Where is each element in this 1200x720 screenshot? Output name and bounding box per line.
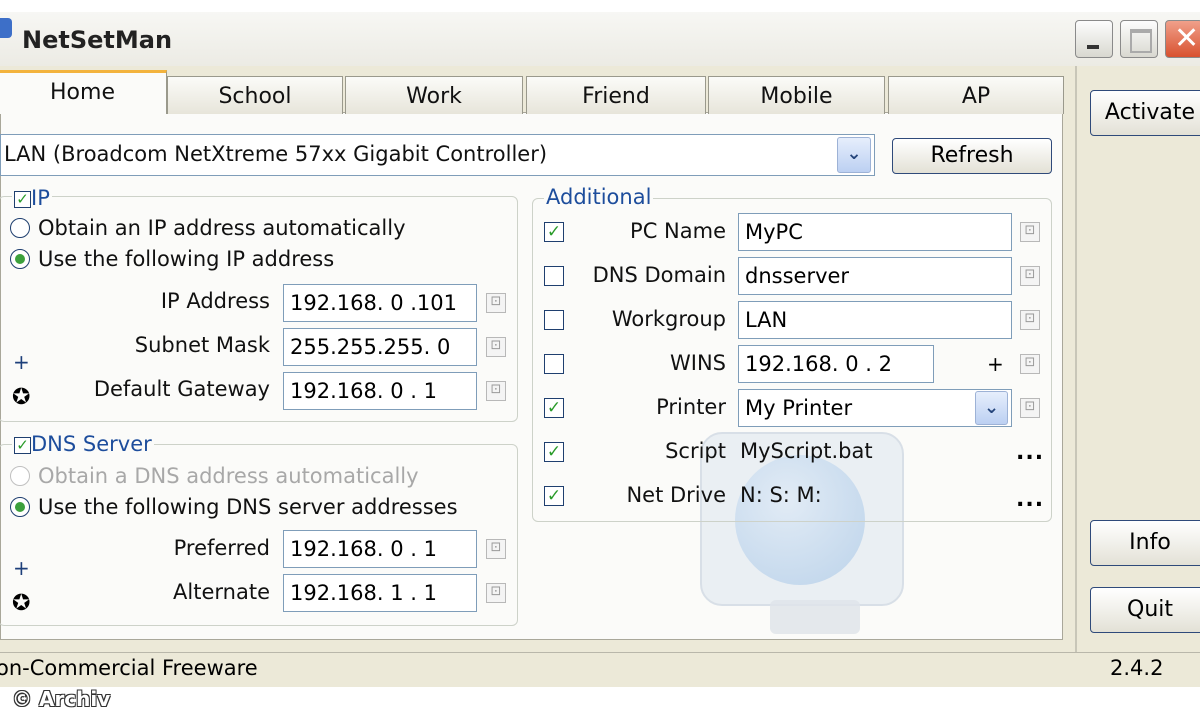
preferred-dns-field[interactable]: 192.168. 0 . 1 xyxy=(283,530,477,568)
subnet-mask-label: Subnet Mask xyxy=(134,333,270,357)
printer-checkbox[interactable]: ✓ xyxy=(544,398,564,418)
printer-label: Printer xyxy=(656,395,726,419)
tab-home[interactable]: Home xyxy=(0,70,167,114)
ip-address-copy-icon[interactable]: ⊡ xyxy=(486,293,506,313)
dns-enabled-checkbox[interactable]: ✓ xyxy=(14,436,31,454)
dns-domain-copy-icon[interactable]: ⊡ xyxy=(1020,266,1040,286)
version-label: 2.4.2 xyxy=(1110,656,1164,680)
tab-ap[interactable]: AP xyxy=(888,76,1064,114)
default-gateway-label: Default Gateway xyxy=(93,377,270,401)
activate-button[interactable]: Activate xyxy=(1090,90,1200,136)
copyright-caption: © Archiv xyxy=(12,687,111,711)
subnet-mask-copy-icon[interactable]: ⊡ xyxy=(486,337,506,357)
ip-manual-radio[interactable] xyxy=(10,249,30,269)
add-wins-icon[interactable]: + xyxy=(987,352,1004,376)
net-drive-label: Net Drive xyxy=(626,483,726,507)
alternate-dns-field[interactable]: 192.168. 1 . 1 xyxy=(283,574,477,612)
dns-domain-field[interactable]: dnsserver xyxy=(738,257,1012,295)
dns-settings-icon[interactable]: ✪ xyxy=(12,591,30,616)
pc-name-label: PC Name xyxy=(630,219,726,243)
chevron-down-icon: ⌄ xyxy=(846,143,862,164)
net-drive-value: N: S: M: xyxy=(740,483,822,507)
watermark-stand-icon xyxy=(770,600,860,634)
default-gateway-field[interactable]: 192.168. 0 . 1 xyxy=(283,372,477,410)
dns-auto-label: Obtain a DNS address automatically xyxy=(38,464,419,488)
alternate-dns-label: Alternate xyxy=(173,580,270,604)
dns-domain-label: DNS Domain xyxy=(592,263,726,287)
dns-legend-label: DNS Server xyxy=(31,432,152,456)
workgroup-field[interactable]: LAN xyxy=(738,301,1012,339)
additional-legend: Additional xyxy=(544,185,654,209)
add-ip-icon[interactable]: + xyxy=(13,350,30,374)
printer-copy-icon[interactable]: ⊡ xyxy=(1020,398,1040,418)
preferred-dns-label: Preferred xyxy=(173,536,270,560)
net-drive-browse-button[interactable]: ... xyxy=(1016,487,1044,512)
preferred-dns-copy-icon[interactable]: ⊡ xyxy=(486,539,506,559)
minimize-button[interactable] xyxy=(1075,20,1113,58)
script-checkbox[interactable]: ✓ xyxy=(544,442,564,462)
ip-auto-radio[interactable] xyxy=(10,218,30,238)
dns-domain-checkbox[interactable] xyxy=(544,266,564,286)
tab-friend[interactable]: Friend xyxy=(526,76,706,114)
default-gateway-copy-icon[interactable]: ⊡ xyxy=(486,381,506,401)
wins-label: WINS xyxy=(670,351,726,375)
script-label: Script xyxy=(665,439,726,463)
maximize-button[interactable] xyxy=(1120,20,1158,58)
tab-school[interactable]: School xyxy=(167,76,343,114)
workgroup-label: Workgroup xyxy=(611,307,726,331)
script-browse-button[interactable]: ... xyxy=(1016,440,1044,465)
ip-settings-icon[interactable]: ✪ xyxy=(12,385,30,410)
close-icon: ✕ xyxy=(1174,21,1200,56)
ip-address-label: IP Address xyxy=(160,289,270,313)
dns-manual-radio[interactable] xyxy=(10,497,30,517)
wins-checkbox[interactable] xyxy=(544,354,564,374)
alternate-dns-copy-icon[interactable]: ⊡ xyxy=(486,583,506,603)
title-bar xyxy=(0,12,1200,67)
pc-name-checkbox[interactable]: ✓ xyxy=(544,222,564,242)
subnet-mask-field[interactable]: 255.255.255. 0 xyxy=(283,328,477,366)
chevron-down-icon: ⌄ xyxy=(983,397,1000,418)
app-icon xyxy=(0,18,12,38)
ip-enabled-checkbox[interactable]: ✓ xyxy=(14,190,31,208)
ip-legend-label: IP xyxy=(31,186,50,210)
maximize-icon xyxy=(1130,29,1152,53)
close-button[interactable]: ✕ xyxy=(1165,20,1200,58)
dns-manual-label: Use the following DNS server addresses xyxy=(38,495,458,519)
wins-copy-icon[interactable]: ⊡ xyxy=(1020,354,1040,374)
workgroup-copy-icon[interactable]: ⊡ xyxy=(1020,310,1040,330)
pc-name-field[interactable]: MyPC xyxy=(738,213,1012,251)
ip-group-legend: ✓ IP xyxy=(12,186,52,210)
printer-dropdown-button[interactable]: ⌄ xyxy=(975,391,1008,425)
tab-work[interactable]: Work xyxy=(345,76,523,114)
dns-auto-radio[interactable] xyxy=(10,466,30,486)
window-title: NetSetMan xyxy=(22,26,173,54)
sidebar-divider xyxy=(1075,66,1077,652)
adapter-dropdown-button[interactable]: ⌄ xyxy=(837,137,871,173)
script-value: MyScript.bat xyxy=(740,439,873,463)
pc-name-copy-icon[interactable]: ⊡ xyxy=(1020,222,1040,242)
minimize-icon xyxy=(1087,45,1099,49)
ip-manual-label: Use the following IP address xyxy=(38,247,335,271)
net-drive-checkbox[interactable]: ✓ xyxy=(544,486,564,506)
ip-address-field[interactable]: 192.168. 0 .101 xyxy=(283,284,477,322)
tab-mobile[interactable]: Mobile xyxy=(708,76,885,114)
refresh-button[interactable]: Refresh xyxy=(892,138,1052,174)
printer-select[interactable]: My Printer xyxy=(738,389,1012,427)
info-button[interactable]: Info xyxy=(1090,520,1200,566)
add-dns-icon[interactable]: + xyxy=(13,556,30,580)
license-status: on-Commercial Freeware xyxy=(0,656,258,680)
quit-button[interactable]: Quit xyxy=(1090,587,1200,633)
adapter-selected-value: LAN (Broadcom NetXtreme 57xx Gigabit Con… xyxy=(4,142,548,166)
ip-auto-label: Obtain an IP address automatically xyxy=(38,216,406,240)
workgroup-checkbox[interactable] xyxy=(544,310,564,330)
dns-group-legend: ✓ DNS Server xyxy=(12,432,154,456)
wins-field[interactable]: 192.168. 0 . 2 xyxy=(738,345,934,383)
